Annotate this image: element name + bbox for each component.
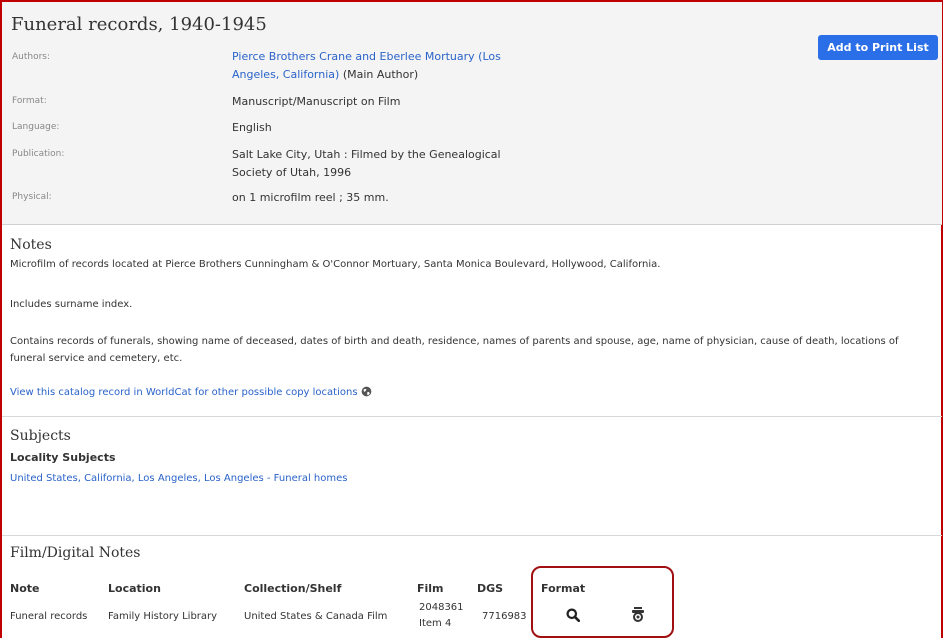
globe-icon (361, 386, 372, 403)
record-summary: Funeral records, 1940-1945 Add to Print … (2, 2, 942, 225)
row-collection: United States & Canada Film (244, 611, 388, 622)
worldcat-row: View this catalog record in WorldCat for… (10, 384, 372, 403)
physical-label: Physical: (12, 192, 52, 202)
row-location-link[interactable]: Family History Library (108, 611, 217, 622)
notes-paragraph-2: Includes surname index. (10, 299, 133, 310)
record-title: Funeral records, 1940-1945 (11, 14, 267, 35)
publication-value: Salt Lake City, Utah : Filmed by the Gen… (232, 148, 501, 179)
subjects-heading: Subjects (10, 428, 71, 444)
subjects-row: United States, California, Los Angeles, … (10, 470, 347, 487)
notes-divider (2, 416, 942, 417)
column-film: Film (417, 582, 444, 595)
column-collection: Collection/Shelf (244, 582, 342, 595)
format-label: Format: (12, 96, 47, 106)
physical-value: on 1 microfilm reel ; 35 mm. (232, 191, 389, 204)
authors-label: Authors: (12, 52, 51, 62)
author-role: (Main Author) (342, 68, 419, 81)
format-value: Manuscript/Manuscript on Film (232, 95, 401, 108)
format-highlight-box (531, 566, 674, 638)
notes-heading: Notes (10, 237, 52, 253)
notes-paragraph-1: Microfilm of records located at Pierce B… (10, 259, 661, 270)
add-to-print-list-button[interactable]: Add to Print List (818, 35, 938, 60)
authors-value: Pierce Brothers Crane and Eberlee Mortua… (232, 48, 532, 84)
locality-subject-link[interactable]: United States, California, Los Angeles, … (10, 473, 347, 484)
film-notes-heading: Film/Digital Notes (10, 545, 141, 561)
column-dgs: DGS (477, 582, 504, 595)
worldcat-link[interactable]: View this catalog record in WorldCat for… (10, 387, 358, 398)
notes-paragraph-3: Contains records of funerals, showing na… (10, 336, 899, 364)
row-film-item: Item 4 (419, 618, 452, 629)
language-value: English (232, 121, 272, 134)
row-film-number: 2048361 (419, 602, 464, 613)
column-note: Note (10, 582, 40, 595)
subjects-divider (2, 535, 942, 536)
row-note: Funeral records (10, 611, 88, 622)
row-dgs: 7716983 (482, 611, 527, 622)
column-location: Location (108, 582, 161, 595)
locality-subjects-heading: Locality Subjects (10, 451, 116, 464)
language-label: Language: (12, 122, 60, 132)
publication-label: Publication: (12, 149, 65, 159)
